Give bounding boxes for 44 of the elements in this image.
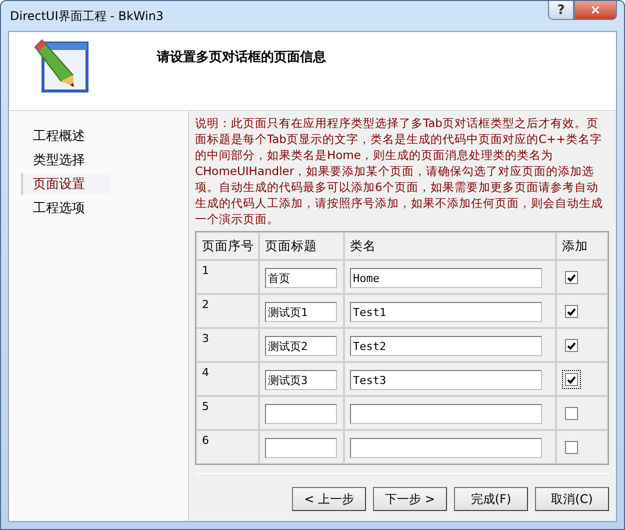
checkmark-icon: [567, 308, 576, 316]
checkbox[interactable]: [562, 438, 581, 457]
row-number: 1: [202, 264, 209, 277]
checkbox[interactable]: [562, 370, 581, 389]
sidebar-item[interactable]: 工程选项: [21, 197, 111, 219]
title-field[interactable]: 首页: [265, 268, 337, 288]
title-field[interactable]: 测试页1: [265, 302, 337, 322]
title-field[interactable]: 测试页2: [265, 336, 337, 356]
title-field[interactable]: [265, 438, 337, 458]
column-header: 添加: [556, 232, 608, 260]
checkmark-icon: [567, 274, 576, 282]
checkbox[interactable]: [562, 302, 581, 321]
wizard-button[interactable]: 完成(F): [454, 487, 528, 511]
wizard-button[interactable]: 下一步 >: [373, 487, 447, 511]
checkbox[interactable]: [562, 336, 581, 355]
help-button[interactable]: ?: [548, 1, 574, 20]
column-header: 页面标题: [259, 232, 344, 260]
sidebar-item[interactable]: 工程概述: [21, 125, 111, 147]
class-name-field[interactable]: [350, 438, 542, 458]
row-number: 3: [202, 332, 209, 345]
sidebar-item[interactable]: 类型选择: [21, 149, 111, 171]
window-title: DirectUI界面工程 - BkWin3: [9, 8, 164, 24]
wizard-button[interactable]: 取消(C): [535, 487, 609, 511]
checkbox[interactable]: [562, 404, 581, 423]
sidebar-item[interactable]: 页面设置: [21, 173, 111, 195]
title-field[interactable]: [265, 404, 337, 424]
class-name-field[interactable]: [350, 404, 542, 424]
title-field[interactable]: 测试页3: [265, 370, 337, 390]
row-number: 2: [202, 298, 209, 311]
class-name-field[interactable]: Home: [350, 268, 542, 288]
column-header: 类名: [344, 232, 556, 260]
description-text: 说明：此页面只有在应用程序类型选择了多Tab页对话框类型之后才有效。页面标题是每个Tab页显示的文字，类名是生成的代码中页面对应的C++类名字的中间部分，如果类名是Home，则生成的页面消息处理类的类名为CHomeUIHandler，如果要添加某个页面，请确保勾选了对应页面的添加选项。自动生成的代码最多可以添加6个页面，如果需要加更多页面请参考自动生成的代码人工添加，请按照序号添加，如果不添加任何页面，则会自动生成一个演示页面。: [195, 115, 604, 227]
row-number: 4: [202, 366, 209, 379]
class-name-field[interactable]: Test1: [350, 302, 542, 322]
wizard-button[interactable]: < 上一步: [292, 487, 366, 511]
column-header: 页面序号: [196, 232, 259, 260]
checkbox[interactable]: [562, 268, 581, 287]
row-number: 6: [202, 434, 209, 447]
page-heading: 请设置多页对话框的页面信息: [157, 49, 326, 64]
checkmark-icon: [567, 342, 576, 350]
checkmark-icon: [567, 376, 576, 384]
row-number: 5: [202, 400, 209, 413]
class-name-field[interactable]: Test2: [350, 336, 542, 356]
class-name-field[interactable]: Test3: [350, 370, 542, 390]
